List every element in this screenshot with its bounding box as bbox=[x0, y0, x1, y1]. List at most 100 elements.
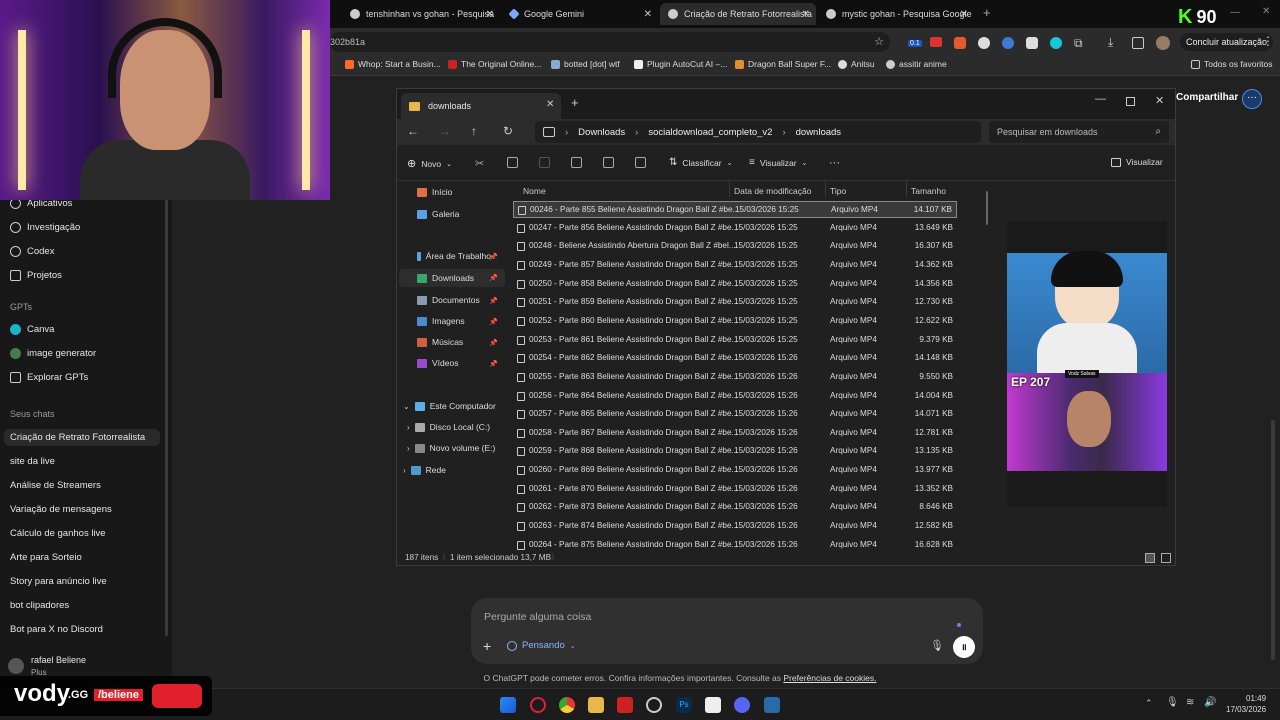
explorer-tab-downloads[interactable]: downloads ✕ bbox=[401, 93, 561, 119]
close-window-icon[interactable]: ✕ bbox=[1262, 6, 1270, 17]
sidebar-item-projects[interactable]: Projetos bbox=[10, 270, 62, 281]
column-name[interactable]: Nome bbox=[523, 186, 546, 196]
bookmark-original-online[interactable]: The Original Online... bbox=[448, 59, 541, 69]
app-icon[interactable] bbox=[646, 697, 662, 713]
column-size[interactable]: Tamanho bbox=[911, 186, 946, 196]
file-row[interactable]: 00256 - Parte 864 Beliene Assistindo Dra… bbox=[513, 388, 957, 405]
extension-icon[interactable] bbox=[954, 37, 966, 49]
close-icon[interactable]: ✕ bbox=[802, 9, 810, 20]
breadcrumb-item[interactable]: socialdownload_completo_v2 bbox=[648, 127, 772, 138]
more-options-icon[interactable]: ··· bbox=[1242, 89, 1262, 109]
chevron-up-icon[interactable]: ⌃ bbox=[1145, 698, 1153, 709]
menu-kebab-icon[interactable]: ⋮ bbox=[1262, 34, 1274, 48]
preview-pane-button[interactable]: Visualizar bbox=[1111, 157, 1163, 167]
sidebar-item-codex[interactable]: Codex bbox=[10, 246, 54, 257]
file-list-scrollbar[interactable] bbox=[986, 191, 988, 225]
cut-icon[interactable]: ✂ bbox=[475, 157, 486, 170]
nav-images[interactable]: Imagens bbox=[417, 316, 465, 326]
nav-disk-e[interactable]: › Novo volume (E:) bbox=[407, 443, 495, 453]
chrome-icon[interactable] bbox=[559, 697, 575, 713]
breadcrumb-item[interactable]: Downloads bbox=[578, 127, 625, 138]
split-view-icon[interactable] bbox=[1132, 37, 1144, 49]
discord-icon[interactable] bbox=[734, 697, 750, 713]
clock-time[interactable]: 01:49 bbox=[1246, 694, 1266, 703]
microphone-icon[interactable]: 🎙 bbox=[1166, 697, 1179, 708]
extension-icon[interactable] bbox=[1026, 37, 1038, 49]
thinking-mode-button[interactable]: Pensando ⌄ bbox=[507, 640, 576, 651]
close-icon[interactable]: ✕ bbox=[644, 9, 652, 20]
bookmark-assitir-anime[interactable]: assitir anime bbox=[886, 59, 947, 69]
breadcrumb[interactable]: › Downloads › socialdownload_completo_v2… bbox=[535, 121, 981, 143]
nav-gallery[interactable]: Galeria bbox=[417, 209, 459, 219]
chat-item[interactable]: Cálculo de ganhos live bbox=[10, 528, 106, 539]
nav-home[interactable]: Início bbox=[417, 187, 452, 197]
clock-date[interactable]: 17/03/2026 bbox=[1226, 705, 1266, 714]
bookmark-dragon-ball[interactable]: Dragon Ball Super F... bbox=[735, 59, 831, 69]
bookmark-autocut[interactable]: Plugin AutoCut AI –... bbox=[634, 59, 727, 69]
all-favorites[interactable]: Todos os favoritos bbox=[1191, 59, 1273, 69]
file-row[interactable]: 00255 - Parte 863 Beliene Assistindo Dra… bbox=[513, 369, 957, 386]
file-row[interactable]: 00258 - Parte 867 Beliene Assistindo Dra… bbox=[513, 425, 957, 442]
nav-music[interactable]: Músicas bbox=[417, 337, 463, 347]
microphone-icon[interactable]: 🎙 bbox=[930, 639, 944, 652]
windows-start-icon[interactable] bbox=[500, 697, 516, 713]
column-date[interactable]: Data de modificação bbox=[734, 186, 812, 196]
tab-tenshinhan[interactable]: tenshinhan vs gohan - Pesquisa ✕ bbox=[342, 3, 500, 25]
prompt-input[interactable]: Pergunte alguma coisa bbox=[484, 611, 591, 623]
file-row[interactable]: 00259 - Parte 868 Beliene Assistindo Dra… bbox=[513, 443, 957, 460]
tiles-view-icon[interactable] bbox=[1161, 553, 1171, 563]
file-row[interactable]: 00252 - Parte 860 Beliene Assistindo Dra… bbox=[513, 313, 957, 330]
file-row[interactable]: 00253 - Parte 861 Beliene Assistindo Dra… bbox=[513, 332, 957, 349]
bookmark-botted[interactable]: botted [dot] wtf bbox=[551, 59, 620, 69]
new-tab-button[interactable]: + bbox=[571, 95, 579, 110]
download-icon[interactable]: ⤓ bbox=[1108, 35, 1113, 50]
rename-icon[interactable] bbox=[571, 157, 582, 168]
nav-network[interactable]: › Rede bbox=[403, 465, 446, 475]
profile-avatar[interactable] bbox=[1156, 36, 1170, 50]
opera-icon[interactable] bbox=[530, 697, 546, 713]
nav-documents[interactable]: Documentos bbox=[417, 295, 480, 305]
up-icon[interactable]: ↑ bbox=[471, 124, 477, 138]
avatar[interactable] bbox=[8, 658, 24, 674]
file-row[interactable]: 00250 - Parte 858 Beliene Assistindo Dra… bbox=[513, 276, 957, 293]
photoshop-icon[interactable]: Ps bbox=[676, 697, 692, 713]
file-row[interactable]: 00246 - Parte 855 Beliene Assistindo Dra… bbox=[513, 201, 957, 218]
share-button[interactable]: Compartilhar bbox=[1176, 92, 1238, 103]
bookmark-whop[interactable]: Whop: Start a Busin... bbox=[345, 59, 441, 69]
close-window-icon[interactable]: ✕ bbox=[1155, 94, 1164, 107]
close-icon[interactable]: ✕ bbox=[486, 9, 494, 20]
sidebar-scrollbar[interactable] bbox=[165, 156, 168, 636]
explorer-search-input[interactable]: Pesquisar em downloads ⌕ bbox=[989, 121, 1169, 143]
chat-item[interactable]: Arte para Sorteio bbox=[10, 552, 82, 563]
more-button[interactable]: ··· bbox=[829, 157, 840, 169]
minimize-icon[interactable]: — bbox=[1230, 7, 1240, 18]
view-button[interactable]: ≡ Visualizar ⌄ bbox=[749, 157, 807, 168]
nav-this-pc[interactable]: ⌄ Este Computador bbox=[403, 401, 496, 411]
file-row[interactable]: 00260 - Parte 869 Beliene Assistindo Dra… bbox=[513, 462, 957, 479]
column-type[interactable]: Tipo bbox=[830, 186, 846, 196]
chat-item[interactable]: Story para anúncio live bbox=[10, 576, 107, 587]
extension-badge[interactable]: 0.1 bbox=[908, 40, 922, 47]
add-icon[interactable]: + bbox=[483, 638, 491, 654]
refresh-icon[interactable]: ↻ bbox=[503, 124, 513, 138]
close-tab-icon[interactable]: ✕ bbox=[546, 99, 554, 110]
back-icon[interactable]: ← bbox=[407, 124, 419, 138]
file-row[interactable]: 00254 - Parte 862 Beliene Assistindo Dra… bbox=[513, 350, 957, 367]
paste-icon[interactable] bbox=[539, 157, 550, 168]
file-explorer-icon[interactable] bbox=[588, 697, 604, 713]
bookmark-anitsu[interactable]: Anitsu bbox=[838, 59, 875, 69]
volume-icon[interactable]: 🔊 bbox=[1204, 697, 1216, 708]
file-row[interactable]: 00247 - Parte 856 Beliene Assistindo Dra… bbox=[513, 220, 957, 237]
chat-item[interactable]: bot clipadores bbox=[10, 600, 69, 611]
tab-gemini[interactable]: Google Gemini ✕ bbox=[502, 3, 658, 25]
extension-icon[interactable] bbox=[930, 37, 942, 47]
star-icon[interactable]: ☆ bbox=[874, 32, 884, 52]
close-icon[interactable]: ✕ bbox=[960, 9, 968, 20]
extension-icon[interactable] bbox=[1050, 37, 1062, 49]
nav-videos[interactable]: Vídeos bbox=[417, 358, 458, 368]
file-row[interactable]: 00262 - Parte 873 Beliene Assistindo Dra… bbox=[513, 499, 957, 516]
user-name[interactable]: rafael Beliene bbox=[31, 655, 86, 665]
extension-icon[interactable] bbox=[1002, 37, 1014, 49]
chat-item[interactable]: site da live bbox=[10, 456, 55, 467]
file-row[interactable]: 00249 - Parte 857 Beliene Assistindo Dra… bbox=[513, 257, 957, 274]
